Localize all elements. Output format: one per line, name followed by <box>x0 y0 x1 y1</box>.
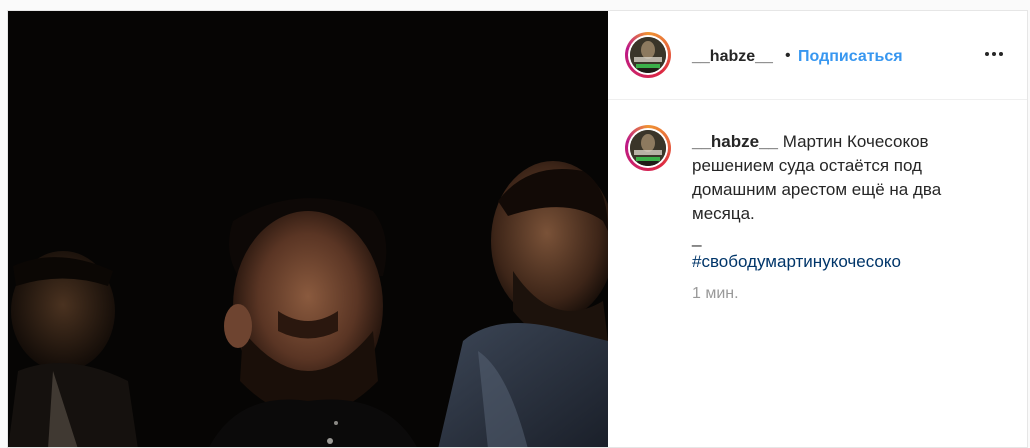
post-timestamp[interactable]: 1 мин. <box>692 285 739 303</box>
comment-avatar[interactable] <box>625 125 671 171</box>
caption-line-5: _ <box>692 228 702 247</box>
header-username[interactable]: __habze__ <box>692 48 773 66</box>
caption-line-1: Мартин Кочесоков <box>782 132 929 151</box>
profile-avatar[interactable] <box>625 32 671 78</box>
follow-button[interactable]: Подписаться <box>798 48 903 66</box>
caption-line-2: решением суда остаётся под <box>692 156 922 175</box>
post-photo[interactable] <box>8 11 608 447</box>
avatar-image <box>630 130 666 166</box>
instagram-post: __habze__ • Подписаться __habze__ Мартин… <box>7 10 1028 448</box>
avatar-image <box>630 37 666 73</box>
hashtag-link[interactable]: #свободумартинукочесоко <box>692 252 901 271</box>
more-options-icon[interactable] <box>985 49 1007 59</box>
post-header: __habze__ • Подписаться <box>608 11 1027 100</box>
photo-image <box>8 11 608 447</box>
caption-username[interactable]: __habze__ <box>692 132 778 151</box>
caption-line-3: домашним арестом ещё на два <box>692 180 942 199</box>
post-sidebar: __habze__ • Подписаться __habze__ Мартин… <box>608 11 1027 447</box>
separator-dot: • <box>785 47 791 64</box>
caption-text: __habze__ Мартин Кочесоков решением суда… <box>692 130 1002 274</box>
caption-line-4: месяца. <box>692 204 755 223</box>
